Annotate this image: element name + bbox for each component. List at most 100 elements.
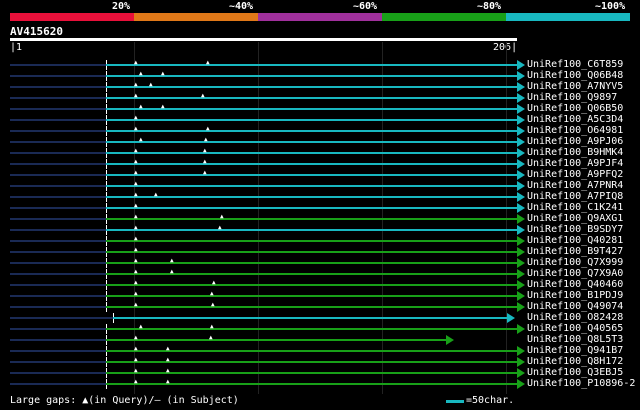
hit-row[interactable]: ▲ UniRef100_A7PNR4 [0, 180, 640, 191]
hit-alignment-bar[interactable] [106, 328, 517, 330]
hit-row[interactable]: ▲ ▲ UniRef100_C6T859 [0, 59, 640, 70]
query-gap-icon: ▲ [161, 103, 165, 110]
query-gap-icon: ▲ [170, 257, 174, 264]
hit-label[interactable]: UniRef100_C6T859 [527, 59, 623, 70]
scale-label-100: ~100% [595, 1, 626, 12]
hit-alignment-bar[interactable] [106, 64, 517, 66]
hit-alignment-bar[interactable] [106, 152, 517, 154]
hit-alignment-bar[interactable] [106, 75, 517, 77]
hit-alignment-bar[interactable] [113, 317, 507, 319]
hit-label[interactable]: UniRef100_C1K241 [527, 202, 623, 213]
hit-alignment-bar[interactable] [106, 97, 517, 99]
hit-row[interactable]: ▲ ▲ UniRef100_Q9AXG1 [0, 213, 640, 224]
hit-label[interactable]: UniRef100_B1PDJ9 [527, 290, 623, 301]
hit-row[interactable]: ▲ ▲ UniRef100_A7PIQ8 [0, 191, 640, 202]
hit-alignment-bar[interactable] [106, 108, 517, 110]
unaligned-segment [10, 185, 106, 187]
hit-row[interactable]: ▲ ▲ UniRef100_Q40565 [0, 323, 640, 334]
hit-alignment-bar[interactable] [106, 86, 517, 88]
hit-row[interactable]: UniRef100_O82428 [0, 312, 640, 323]
hit-label[interactable]: UniRef100_Q49074 [527, 301, 623, 312]
hit-label[interactable]: UniRef100_B9T427 [527, 246, 623, 257]
hit-alignment-bar[interactable] [106, 119, 517, 121]
hit-row[interactable]: ▲ ▲ UniRef100_Q7X999 [0, 257, 640, 268]
hit-label[interactable]: UniRef100_A7NYV5 [527, 81, 623, 92]
hit-row[interactable]: ▲ ▲ UniRef100_A9PJF4 [0, 158, 640, 169]
hit-alignment-bar[interactable] [106, 141, 517, 143]
hit-row[interactable]: ▲ ▲ UniRef100_A9PFQ2 [0, 169, 640, 180]
hit-row[interactable]: ▲ ▲ UniRef100_A7NYV5 [0, 81, 640, 92]
hit-label[interactable]: UniRef100_Q06B50 [527, 103, 623, 114]
hit-row[interactable]: ▲ UniRef100_C1K241 [0, 202, 640, 213]
hit-label[interactable]: UniRef100_Q9AXG1 [527, 213, 623, 224]
hit-label[interactable]: UniRef100_Q3EBJ5 [527, 367, 623, 378]
hit-alignment-bar[interactable] [106, 229, 517, 231]
hit-alignment-bar[interactable] [106, 130, 517, 132]
hit-row[interactable]: ▲ ▲ UniRef100_Q06B50 [0, 103, 640, 114]
unaligned-segment [10, 218, 106, 220]
hit-label[interactable]: UniRef100_A5C3D4 [527, 114, 623, 125]
hit-label[interactable]: UniRef100_A7PIQ8 [527, 191, 623, 202]
query-gap-icon: ▲ [134, 378, 138, 385]
hit-label[interactable]: UniRef100_B9HMK4 [527, 147, 623, 158]
unaligned-segment [10, 108, 106, 110]
hit-row[interactable]: ▲ ▲ UniRef100_B1PDJ9 [0, 290, 640, 301]
hit-row[interactable]: ▲ ▲ UniRef100_Q8H172 [0, 356, 640, 367]
hit-alignment-bar[interactable] [106, 284, 517, 286]
hit-label[interactable]: UniRef100_Q7X999 [527, 257, 623, 268]
hit-row[interactable]: ▲ ▲ UniRef100_Q9897 [0, 92, 640, 103]
hit-row[interactable]: ▲ ▲ UniRef100_P10896-2 [0, 378, 640, 389]
hit-alignment-bar[interactable] [106, 174, 517, 176]
unaligned-segment [10, 361, 106, 363]
hit-row[interactable]: ▲ ▲ UniRef100_B9HMK4 [0, 147, 640, 158]
hit-alignment-bar[interactable] [106, 207, 517, 209]
query-gap-icon: ▲ [134, 345, 138, 352]
hit-label[interactable]: UniRef100_A9PFQ2 [527, 169, 623, 180]
hit-row[interactable]: ▲ ▲ UniRef100_Q3EBJ5 [0, 367, 640, 378]
hit-alignment-bar[interactable] [106, 196, 517, 198]
hit-row[interactable]: ▲ ▲ UniRef100_Q06B48 [0, 70, 640, 81]
hit-alignment-bar[interactable] [106, 185, 517, 187]
hit-row[interactable]: ▲ UniRef100_Q40281 [0, 235, 640, 246]
hit-label[interactable]: UniRef100_P10896-2 [527, 378, 635, 389]
hit-row[interactable]: ▲ ▲ UniRef100_B9SDY7 [0, 224, 640, 235]
query-bar [10, 38, 517, 41]
hit-row[interactable]: ▲ ▲ UniRef100_O64981 [0, 125, 640, 136]
hit-alignment-bar[interactable] [106, 339, 446, 341]
hit-row[interactable]: ▲ UniRef100_B9T427 [0, 246, 640, 257]
hit-label[interactable]: UniRef100_O64981 [527, 125, 623, 136]
hit-alignment-bar[interactable] [106, 163, 517, 165]
hit-row[interactable]: ▲ ▲ UniRef100_Q40460 [0, 279, 640, 290]
hit-row[interactable]: ▲ ▲ UniRef100_Q49074 [0, 301, 640, 312]
query-gap-icon: ▲ [203, 147, 207, 154]
hit-label[interactable]: UniRef100_A7PNR4 [527, 180, 623, 191]
hit-label[interactable]: UniRef100_Q06B48 [527, 70, 623, 81]
hit-alignment-bar[interactable] [106, 273, 517, 275]
hit-label[interactable]: UniRef100_Q8H172 [527, 356, 623, 367]
hit-label[interactable]: UniRef100_O82428 [527, 312, 623, 323]
hit-alignment-bar[interactable] [106, 251, 517, 253]
hit-label[interactable]: UniRef100_Q40460 [527, 279, 623, 290]
hit-alignment-bar[interactable] [106, 295, 517, 297]
hit-row[interactable]: ▲ ▲ UniRef100_Q8L5T3 [0, 334, 640, 345]
hit-label[interactable]: UniRef100_Q941B7 [527, 345, 623, 356]
hit-label[interactable]: UniRef100_Q9897 [527, 92, 617, 103]
hit-label[interactable]: UniRef100_Q40281 [527, 235, 623, 246]
hit-alignment-bar[interactable] [106, 240, 517, 242]
hit-row[interactable]: ▲ ▲ UniRef100_Q7X9A0 [0, 268, 640, 279]
scale-label-80: ~80% [477, 1, 502, 12]
hit-row[interactable]: ▲ ▲ UniRef100_A9PJ06 [0, 136, 640, 147]
hit-label[interactable]: UniRef100_Q40565 [527, 323, 623, 334]
hit-row[interactable]: ▲ UniRef100_A5C3D4 [0, 114, 640, 125]
hit-alignment-bar[interactable] [106, 218, 517, 220]
hit-label[interactable]: UniRef100_A9PJ06 [527, 136, 623, 147]
hit-label[interactable]: UniRef100_A9PJF4 [527, 158, 623, 169]
hit-alignment-bar[interactable] [106, 262, 517, 264]
hit-alignment-bar[interactable] [106, 306, 517, 308]
hit-row[interactable]: ▲ ▲ UniRef100_Q941B7 [0, 345, 640, 356]
hit-label[interactable]: UniRef100_Q8L5T3 [527, 334, 623, 345]
hit-label[interactable]: UniRef100_Q7X9A0 [527, 268, 623, 279]
hit-label[interactable]: UniRef100_B9SDY7 [527, 224, 623, 235]
query-gap-icon: ▲ [134, 235, 138, 242]
query-gap-icon: ▲ [166, 378, 170, 385]
